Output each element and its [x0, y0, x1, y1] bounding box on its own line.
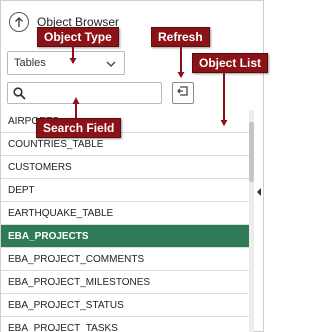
object-list-arrow: [220, 71, 228, 126]
object-type-select[interactable]: Tables: [7, 51, 125, 75]
list-item[interactable]: DEPT: [1, 179, 249, 202]
search-field-arrow: [72, 97, 80, 119]
object-type-value: Tables: [14, 57, 46, 69]
search-field-callout: Search Field: [36, 118, 122, 138]
list-item[interactable]: EBA_PROJECT_STATUS: [1, 294, 249, 317]
list-item[interactable]: EBA_PROJECT_COMMENTS: [1, 248, 249, 271]
collapse-panel-icon[interactable]: [256, 183, 262, 196]
chevron-down-icon: [106, 59, 116, 71]
search-icon: [13, 87, 26, 105]
scrollbar-thumb[interactable]: [249, 122, 254, 182]
refresh-icon: [176, 84, 190, 102]
object-type-callout: Object Type: [37, 27, 119, 47]
arrow-up-circle-icon[interactable]: [9, 12, 29, 32]
refresh-button[interactable]: [172, 82, 194, 104]
object-list-callout: Object List: [192, 53, 269, 73]
scrollbar[interactable]: [249, 110, 254, 332]
refresh-callout: Refresh: [151, 27, 210, 47]
refresh-arrow: [177, 45, 185, 78]
object-browser-panel: Object Browser Tables AIRPORTS COUNTRIES_…: [0, 0, 264, 332]
list-item[interactable]: EBA_PROJECTS: [1, 225, 249, 248]
object-list: AIRPORTS COUNTRIES_TABLE CUSTOMERS DEPT EART…: [1, 110, 249, 332]
list-item[interactable]: EARTHQUAKE_TABLE: [1, 202, 249, 225]
list-item[interactable]: EBA_PROJECT_MILESTONES: [1, 271, 249, 294]
object-type-arrow: [69, 45, 77, 64]
search-field[interactable]: [7, 82, 162, 104]
list-item[interactable]: CUSTOMERS: [1, 156, 249, 179]
list-item[interactable]: EBA_PROJECT_TASKS: [1, 317, 249, 332]
